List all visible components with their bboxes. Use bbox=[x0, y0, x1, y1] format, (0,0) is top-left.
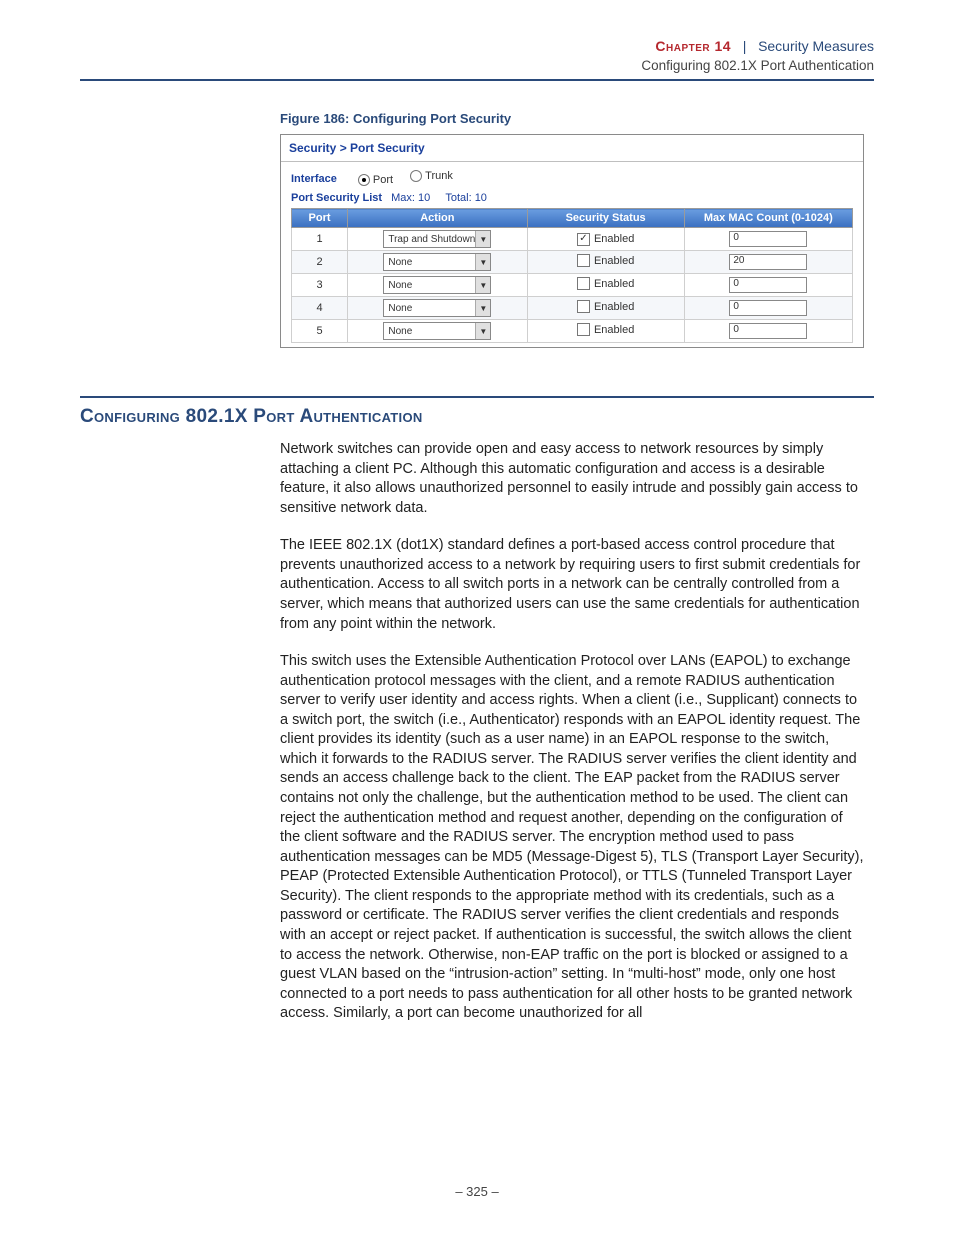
checkbox-icon bbox=[577, 254, 590, 267]
radio-dot-icon bbox=[410, 170, 422, 182]
maxmac-input[interactable]: 0 bbox=[729, 323, 807, 339]
action-select[interactable]: Trap and Shutdown▼ bbox=[383, 230, 491, 248]
enabled-label: Enabled bbox=[594, 233, 634, 245]
figure-port-security: Security > Port Security Interface Port … bbox=[280, 134, 864, 348]
col-port: Port bbox=[292, 209, 348, 228]
radio-trunk[interactable]: Trunk bbox=[410, 170, 453, 182]
enabled-checkbox[interactable]: ✓ Enabled bbox=[577, 233, 634, 246]
port-security-table: Port Action Security Status Max MAC Coun… bbox=[291, 208, 853, 343]
checkbox-icon: ✓ bbox=[577, 233, 590, 246]
paragraph-2: The IEEE 802.1X (dot1X) standard defines… bbox=[280, 536, 864, 634]
port-security-max: Max: 10 bbox=[391, 192, 430, 204]
chevron-down-icon: ▼ bbox=[475, 254, 490, 270]
cell-maxmac: 0 bbox=[684, 320, 852, 343]
port-security-total: Total: 10 bbox=[445, 192, 487, 204]
maxmac-input[interactable]: 0 bbox=[729, 300, 807, 316]
cell-port: 4 bbox=[292, 297, 348, 320]
cell-status: Enabled bbox=[527, 297, 684, 320]
col-action: Action bbox=[348, 209, 528, 228]
cell-port: 1 bbox=[292, 228, 348, 251]
enabled-label: Enabled bbox=[594, 324, 634, 336]
cell-status: Enabled bbox=[527, 320, 684, 343]
cell-status: ✓ Enabled bbox=[527, 228, 684, 251]
table-row: 2 None▼ Enabled 20 bbox=[292, 251, 853, 274]
cell-maxmac: 0 bbox=[684, 228, 852, 251]
enabled-label: Enabled bbox=[594, 255, 634, 267]
chevron-down-icon: ▼ bbox=[475, 277, 490, 293]
chapter-label: Chapter 14 bbox=[655, 38, 731, 54]
paragraph-3: This switch uses the Extensible Authenti… bbox=[280, 652, 864, 1024]
section-rule bbox=[80, 396, 874, 398]
action-select[interactable]: None▼ bbox=[383, 253, 491, 271]
radio-trunk-label: Trunk bbox=[425, 170, 453, 182]
cell-port: 2 bbox=[292, 251, 348, 274]
cell-maxmac: 0 bbox=[684, 274, 852, 297]
enabled-label: Enabled bbox=[594, 278, 634, 290]
enabled-checkbox[interactable]: Enabled bbox=[577, 323, 634, 336]
radio-port-label: Port bbox=[373, 174, 393, 186]
header-separator: | bbox=[735, 38, 754, 54]
cell-maxmac: 20 bbox=[684, 251, 852, 274]
cell-status: Enabled bbox=[527, 274, 684, 297]
col-status: Security Status bbox=[527, 209, 684, 228]
cell-port: 3 bbox=[292, 274, 348, 297]
table-row: 4 None▼ Enabled 0 bbox=[292, 297, 853, 320]
action-select[interactable]: None▼ bbox=[383, 322, 491, 340]
maxmac-input[interactable]: 0 bbox=[729, 277, 807, 293]
figure-controls: Interface Port Trunk Port Security List … bbox=[281, 162, 863, 347]
table-row: 3 None▼ Enabled 0 bbox=[292, 274, 853, 297]
chevron-down-icon: ▼ bbox=[475, 300, 490, 316]
enabled-checkbox[interactable]: Enabled bbox=[577, 277, 634, 290]
radio-dot-icon bbox=[358, 174, 370, 186]
paragraph-1: Network switches can provide open and ea… bbox=[280, 440, 864, 518]
action-select[interactable]: None▼ bbox=[383, 299, 491, 317]
enabled-checkbox[interactable]: Enabled bbox=[577, 254, 634, 267]
header-subtitle: Configuring 802.1X Port Authentication bbox=[80, 58, 874, 73]
cell-status: Enabled bbox=[527, 251, 684, 274]
table-row: 5 None▼ Enabled 0 bbox=[292, 320, 853, 343]
cell-action: None▼ bbox=[348, 274, 528, 297]
col-maxmac: Max MAC Count (0-1024) bbox=[684, 209, 852, 228]
breadcrumb: Security > Port Security bbox=[281, 135, 863, 161]
checkbox-icon bbox=[577, 323, 590, 336]
table-row: 1 Trap and Shutdown▼ ✓ Enabled 0 bbox=[292, 228, 853, 251]
maxmac-input[interactable]: 0 bbox=[729, 231, 807, 247]
page-header: Chapter 14 | Security Measures bbox=[80, 38, 874, 54]
port-security-list-label: Port Security List bbox=[291, 192, 382, 204]
checkbox-icon bbox=[577, 300, 590, 313]
enabled-checkbox[interactable]: Enabled bbox=[577, 300, 634, 313]
cell-action: None▼ bbox=[348, 297, 528, 320]
action-select[interactable]: None▼ bbox=[383, 276, 491, 294]
header-rule bbox=[80, 79, 874, 81]
cell-port: 5 bbox=[292, 320, 348, 343]
cell-action: None▼ bbox=[348, 251, 528, 274]
cell-action: None▼ bbox=[348, 320, 528, 343]
figure-caption: Figure 186: Configuring Port Security bbox=[280, 111, 874, 126]
maxmac-input[interactable]: 20 bbox=[729, 254, 807, 270]
checkbox-icon bbox=[577, 277, 590, 290]
page-number: – 325 – bbox=[0, 1184, 954, 1199]
section-heading: Configuring 802.1X Port Authentication bbox=[80, 406, 874, 428]
cell-maxmac: 0 bbox=[684, 297, 852, 320]
enabled-label: Enabled bbox=[594, 301, 634, 313]
radio-port[interactable]: Port bbox=[358, 174, 393, 186]
interface-label: Interface bbox=[291, 173, 337, 185]
chevron-down-icon: ▼ bbox=[475, 231, 490, 247]
chevron-down-icon: ▼ bbox=[475, 323, 490, 339]
cell-action: Trap and Shutdown▼ bbox=[348, 228, 528, 251]
chapter-title: Security Measures bbox=[758, 38, 874, 54]
